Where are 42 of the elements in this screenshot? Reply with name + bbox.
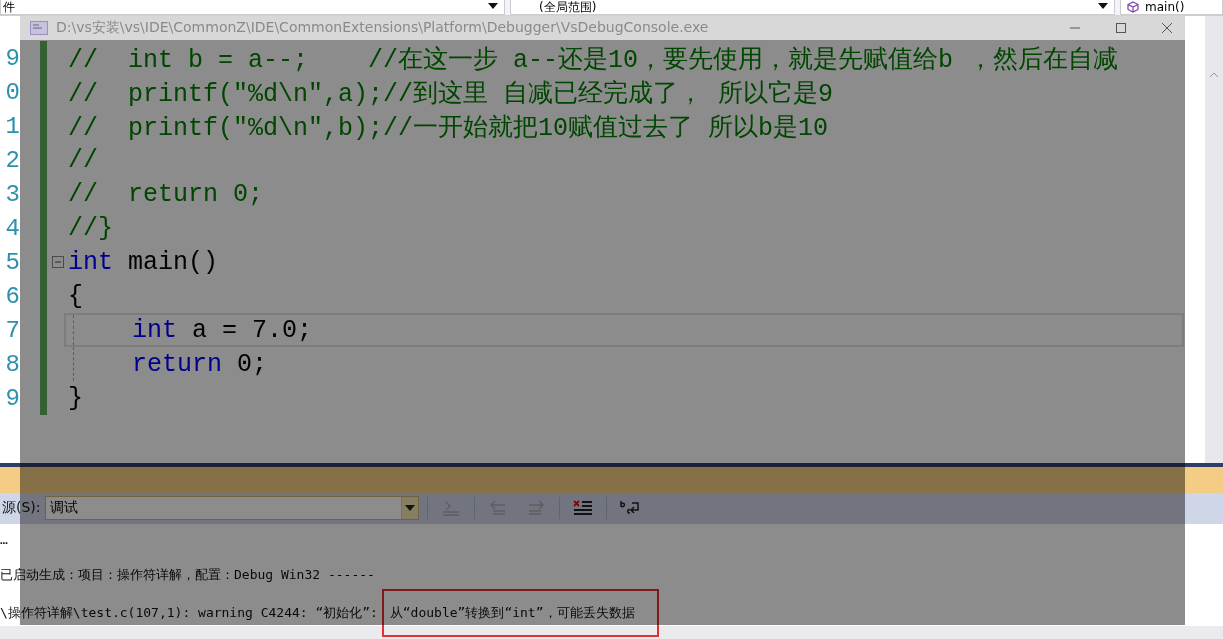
console-icon [30, 20, 48, 35]
code-text: return [132, 349, 222, 379]
line-number: 9 [4, 44, 20, 72]
scrollbar[interactable] [1205, 16, 1223, 463]
line-number: 7 [4, 316, 20, 344]
line-number: 1 [4, 112, 20, 140]
line-number: 6 [4, 282, 20, 310]
code-text: int [68, 247, 113, 277]
collapse-icon[interactable] [51, 256, 64, 268]
line-number: 3 [4, 180, 20, 208]
code-text: { [68, 281, 83, 311]
caret-icon [488, 3, 498, 9]
output-text: … [0, 531, 8, 547]
clear-all-icon[interactable] [571, 499, 594, 518]
console-title: D:\vs安装\vs\IDE\CommonZ\IDE\CommonExtensions\Platform\Debugger\VsDebugConsole.exe [56, 18, 709, 37]
code-text: // printf("%d\n",a);//到这里 自减已经完成了， 所以它是9 [68, 78, 834, 109]
code-text: } [68, 383, 83, 413]
line-number: 8 [4, 350, 20, 378]
code-text: //} [68, 213, 113, 243]
code-text: // return 0; [68, 179, 264, 209]
line-number: 9 [4, 384, 20, 412]
maximize-icon[interactable] [1115, 21, 1127, 34]
code-text: main() [127, 247, 219, 277]
caret-icon [1098, 3, 1108, 9]
close-icon[interactable] [1161, 21, 1173, 34]
scope-dropdown[interactable]: (全局范围) [510, 0, 1115, 15]
code-text: // printf("%d\n",b);//一开始就把10赋值过去了 所以b是10 [68, 112, 829, 143]
file-dropdown[interactable]: 件 [0, 0, 505, 15]
highlighted-output-text: 从“double”转换到“int”，可能丢失数据 [381, 589, 659, 637]
code-text: a = 7.0; [191, 315, 313, 345]
code-text: int [132, 315, 177, 345]
caret-icon [404, 505, 415, 512]
line-number: 4 [4, 214, 20, 242]
code-text: // int b = a--; //在这一步 a--还是10，要先使用，就是先赋值给b ，然后在自减 [68, 44, 1119, 75]
line-number: 5 [4, 248, 20, 276]
code-text: // [68, 145, 98, 175]
member-dropdown[interactable]: main() [1120, 0, 1223, 15]
source-dropdown[interactable]: 调试 [44, 496, 419, 521]
line-number: 2 [4, 146, 20, 174]
line-number: 0 [4, 78, 20, 106]
cube-icon [1127, 1, 1139, 13]
code-text: 0; [236, 349, 268, 379]
